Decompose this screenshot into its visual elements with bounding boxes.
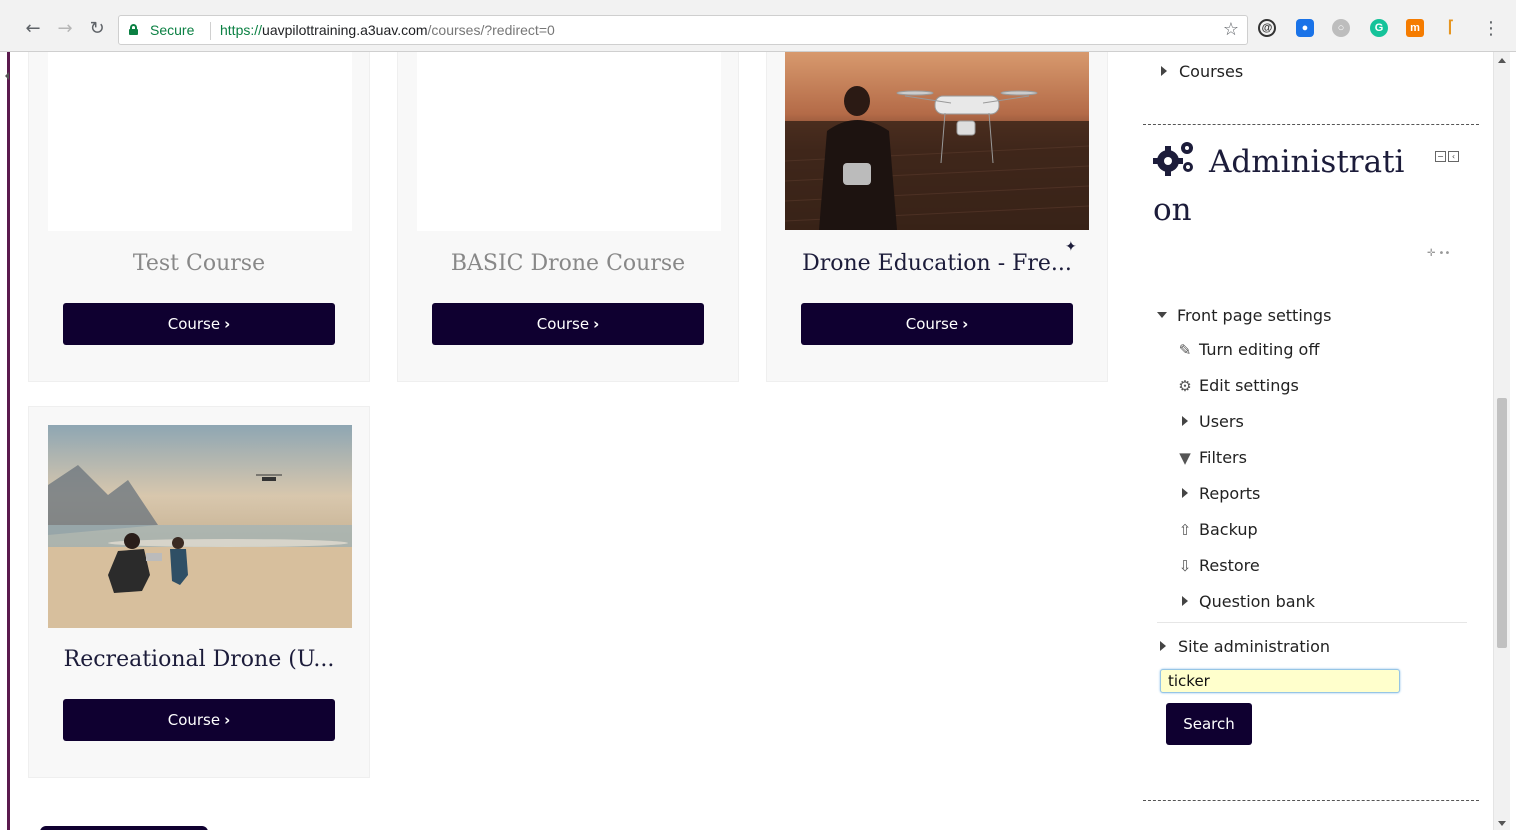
courses-nav-link[interactable]: Courses bbox=[1161, 62, 1243, 81]
drawer-edge[interactable] bbox=[0, 52, 10, 830]
course-image-beach-drone[interactable] bbox=[48, 425, 352, 628]
course-title[interactable]: Drone Education - Fre... bbox=[767, 251, 1107, 276]
secure-label: Secure bbox=[150, 22, 195, 38]
course-thumbnail[interactable] bbox=[48, 52, 352, 231]
tab-strip bbox=[0, 0, 1516, 8]
gears-icon bbox=[1153, 140, 1197, 176]
url-text[interactable]: https://uavpilottraining.a3uav.com/cours… bbox=[220, 22, 555, 38]
drone-pilot-photo bbox=[785, 52, 1089, 230]
course-title[interactable]: Test Course bbox=[29, 251, 369, 276]
administration-block-title: Administrati on bbox=[1153, 138, 1421, 234]
page-content: Test Course Course › BASIC Drone Course C… bbox=[13, 52, 1493, 830]
reload-icon[interactable]: ↻ bbox=[86, 18, 108, 40]
course-button[interactable]: Course › bbox=[801, 303, 1073, 345]
caret-right-icon bbox=[1175, 413, 1195, 431]
course-button[interactable]: Course › bbox=[63, 303, 335, 345]
tree-divider bbox=[1157, 622, 1467, 623]
partial-button[interactable] bbox=[40, 826, 208, 830]
search-button[interactable]: Search bbox=[1166, 703, 1252, 745]
tree-item-question-bank[interactable]: Question bank bbox=[1175, 592, 1315, 611]
site-administration[interactable]: Site administration bbox=[1160, 637, 1330, 656]
caret-down-icon bbox=[1157, 312, 1167, 318]
chevron-right-icon: › bbox=[224, 315, 231, 333]
page-scrollbar[interactable] bbox=[1493, 52, 1510, 830]
course-title[interactable]: BASIC Drone Course bbox=[398, 251, 738, 276]
caret-right-icon bbox=[1175, 485, 1195, 503]
course-button[interactable]: Course › bbox=[432, 303, 704, 345]
grammarly-icon[interactable]: G bbox=[1370, 19, 1388, 37]
extension-icon[interactable]: ● bbox=[1296, 19, 1314, 37]
rocket-icon: ✦ bbox=[1065, 239, 1077, 255]
tree-item-backup[interactable]: ⇧ Backup bbox=[1175, 520, 1258, 539]
lock-icon bbox=[129, 24, 138, 35]
tree-item-turn-editing-off[interactable]: ✎ Turn editing off bbox=[1175, 340, 1320, 359]
course-image-drone-pilot[interactable] bbox=[785, 52, 1089, 230]
tree-item-users[interactable]: Users bbox=[1175, 412, 1244, 431]
extension-icon[interactable]: @ bbox=[1258, 19, 1276, 37]
arrow-right-icon[interactable]: → bbox=[54, 18, 76, 40]
kebab-menu-icon[interactable]: ⋮ bbox=[1482, 18, 1500, 39]
beach-drone-photo bbox=[48, 425, 352, 628]
course-card: Drone Education - Fre... ✦ Course › bbox=[766, 52, 1108, 382]
caret-right-icon bbox=[1175, 593, 1195, 611]
caret-right-icon bbox=[1161, 66, 1167, 76]
tree-item-edit-settings[interactable]: ⚙ Edit settings bbox=[1175, 376, 1299, 395]
pencil-icon: ✎ bbox=[1178, 341, 1192, 359]
scroll-up-icon[interactable] bbox=[1498, 58, 1506, 63]
course-thumbnail[interactable] bbox=[417, 52, 721, 231]
chevron-right-icon: › bbox=[593, 315, 600, 333]
caret-right-icon bbox=[1160, 641, 1166, 651]
block-controls: − ‹ bbox=[1435, 144, 1461, 163]
extension-icon[interactable]: ○ bbox=[1332, 19, 1350, 37]
course-card: Test Course Course › bbox=[28, 52, 370, 382]
upload-icon: ⇧ bbox=[1178, 521, 1192, 539]
move-icon[interactable]: ✛ •• bbox=[1427, 248, 1450, 259]
tree-item-restore[interactable]: ⇩ Restore bbox=[1175, 556, 1260, 575]
collapse-block-icon[interactable]: − bbox=[1435, 151, 1446, 162]
chevron-left-icon[interactable] bbox=[5, 72, 9, 80]
chevron-right-icon: › bbox=[962, 315, 969, 333]
course-card: Recreational Drone (U... Course › bbox=[28, 406, 370, 778]
gear-icon: ⚙ bbox=[1178, 377, 1192, 395]
star-icon[interactable]: ☆ bbox=[1223, 19, 1239, 40]
extension-icon[interactable]: ⌈ bbox=[1442, 19, 1460, 37]
scrollbar-thumb[interactable] bbox=[1497, 398, 1507, 648]
admin-search-input[interactable] bbox=[1160, 669, 1400, 693]
scroll-down-icon[interactable] bbox=[1498, 821, 1506, 826]
extension-icon[interactable]: m bbox=[1406, 19, 1424, 37]
browser-toolbar: ← → ↻ Secure https://uavpilottraining.a3… bbox=[0, 0, 1516, 52]
block-divider bbox=[1143, 124, 1479, 125]
arrow-left-icon[interactable]: ← bbox=[22, 18, 44, 40]
url-divider bbox=[210, 22, 211, 40]
tree-item-reports[interactable]: Reports bbox=[1175, 484, 1260, 503]
course-title[interactable]: Recreational Drone (U... bbox=[29, 647, 369, 672]
filter-icon: ▼ bbox=[1179, 449, 1191, 467]
front-page-settings[interactable]: Front page settings bbox=[1157, 306, 1331, 325]
block-divider bbox=[1143, 800, 1479, 801]
address-bar[interactable]: Secure https://uavpilottraining.a3uav.co… bbox=[118, 15, 1248, 45]
course-card: BASIC Drone Course Course › bbox=[397, 52, 739, 382]
course-button[interactable]: Course › bbox=[63, 699, 335, 741]
dock-block-icon[interactable]: ‹ bbox=[1448, 151, 1459, 162]
tree-item-filters[interactable]: ▼ Filters bbox=[1175, 448, 1247, 467]
download-icon: ⇩ bbox=[1178, 557, 1192, 575]
chevron-right-icon: › bbox=[224, 711, 231, 729]
